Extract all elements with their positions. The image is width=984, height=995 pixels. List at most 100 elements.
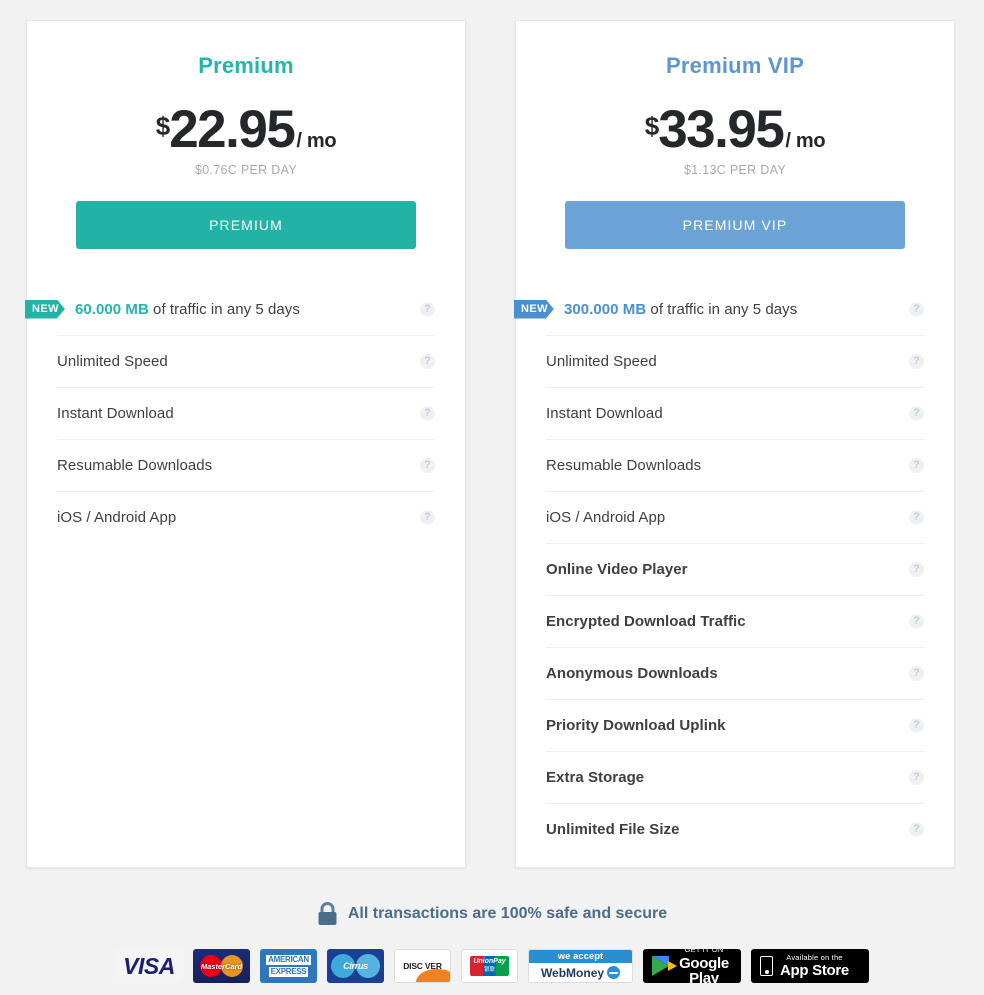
buy-premium-vip-button[interactable]: PREMIUM VIP [565, 201, 905, 249]
help-icon[interactable]: ? [909, 458, 924, 473]
new-badge: NEW [25, 300, 65, 319]
feature-label: Instant Download [57, 405, 174, 422]
buy-premium-button[interactable]: PREMIUM [76, 201, 416, 249]
help-icon[interactable]: ? [420, 301, 435, 317]
feature-label: Resumable Downloads [57, 457, 213, 474]
payment-badge-mastercard: MasterCard [193, 949, 250, 983]
payment-badge-webmoney: we accept WebMoney [528, 949, 633, 983]
payment-label: Cirrus [343, 961, 368, 971]
feature-list-premium-vip: NEW 300.000 MB of traffic in any 5 days … [516, 283, 954, 855]
payment-methods: VISA MasterCard AMERICAN EXPRESS Cirrus … [0, 949, 984, 983]
price-per-day: $0.76C PER DAY [195, 163, 297, 177]
feature-list-premium: NEW 60.000 MB of traffic in any 5 days ?… [27, 283, 465, 543]
feature-row: Unlimited Speed ? [546, 335, 924, 387]
price-amount: 22.95 [169, 100, 296, 159]
google-play-text: GET IT ON Google Play [676, 949, 732, 983]
help-icon[interactable]: ? [909, 718, 924, 733]
feature-label: Instant Download [546, 405, 663, 422]
help-icon[interactable]: ? [420, 354, 435, 369]
price-per-day: $1.13C PER DAY [684, 163, 786, 177]
traffic-suffix: of traffic in any 5 days [148, 300, 300, 318]
feature-label: iOS / Android App [546, 509, 666, 526]
feature-label: Encrypted Download Traffic [546, 613, 746, 630]
plan-card-premium: Premium $ 22.95 / mo $0.76C PER DAY PREM… [26, 20, 466, 868]
currency-symbol: $ [644, 111, 660, 141]
price-amount: 33.95 [658, 100, 785, 159]
app-store-text: Available on the App Store [780, 954, 849, 979]
payment-label: DISC VER [403, 961, 442, 971]
help-icon[interactable]: ? [420, 510, 435, 525]
help-icon[interactable]: ? [909, 406, 924, 421]
feature-row-traffic: NEW 300.000 MB of traffic in any 5 days … [546, 283, 924, 335]
footer: All transactions are 100% safe and secur… [0, 902, 984, 983]
unionpay-mark: UnionPay 银联 [470, 956, 509, 976]
new-badge: NEW [514, 300, 554, 319]
help-icon[interactable]: ? [909, 301, 924, 317]
feature-row: Anonymous Downloads ? [546, 647, 924, 699]
phone-icon [760, 956, 773, 976]
plan-header-premium: Premium $ 22.95 / mo $0.76C PER DAY PREM… [27, 21, 465, 249]
feature-row: Encrypted Download Traffic ? [546, 595, 924, 647]
store-kicker: GET IT ON [684, 949, 724, 955]
help-icon[interactable]: ? [909, 562, 924, 577]
help-icon[interactable]: ? [420, 458, 435, 473]
currency-symbol: $ [155, 111, 171, 141]
feature-label: Priority Download Uplink [546, 717, 726, 734]
feature-row: Extra Storage ? [546, 751, 924, 803]
feature-row: iOS / Android App ? [546, 491, 924, 543]
payment-label-line1: AMERICAN [266, 955, 311, 965]
price-period: / mo [296, 130, 337, 152]
payment-label: WebMoney [540, 965, 605, 980]
feature-label: iOS / Android App [57, 509, 177, 526]
help-icon[interactable]: ? [909, 770, 924, 785]
help-icon[interactable]: ? [909, 822, 924, 837]
feature-row: Resumable Downloads ? [57, 439, 435, 491]
payment-badge-app-store[interactable]: Available on the App Store [751, 949, 869, 983]
feature-label: Unlimited File Size [546, 821, 680, 838]
pricing-plans: Premium $ 22.95 / mo $0.76C PER DAY PREM… [0, 0, 984, 868]
feature-row: Resumable Downloads ? [546, 439, 924, 491]
feature-row: iOS / Android App ? [57, 491, 435, 543]
store-name: App Store [780, 962, 849, 980]
feature-row: Unlimited File Size ? [546, 803, 924, 855]
feature-row: Unlimited Speed ? [57, 335, 435, 387]
feature-label: Anonymous Downloads [546, 665, 718, 682]
payment-label-sub: 银联 [483, 967, 495, 973]
feature-row: Online Video Player ? [546, 543, 924, 595]
payment-badge-unionpay: UnionPay 银联 [461, 949, 518, 983]
feature-label: Unlimited Speed [57, 353, 168, 370]
payment-label: UnionPay [473, 958, 506, 965]
plan-title-premium: Premium [198, 53, 294, 78]
help-icon[interactable]: ? [909, 510, 924, 525]
feature-label: Extra Storage [546, 769, 645, 786]
feature-label: 300.000 MB of traffic in any 5 days [564, 301, 797, 318]
feature-label: Unlimited Speed [546, 353, 657, 370]
payment-badge-google-play[interactable]: GET IT ON Google Play [643, 949, 741, 983]
globe-icon [607, 966, 621, 979]
feature-label: Online Video Player [546, 561, 688, 578]
feature-row: Instant Download ? [57, 387, 435, 439]
webmoney-accept-label: we accept [529, 950, 632, 963]
discover-arc [416, 969, 450, 982]
store-name: Google Play [679, 954, 729, 983]
payment-badge-visa: VISA [115, 949, 183, 983]
feature-row-traffic: NEW 60.000 MB of traffic in any 5 days ? [57, 283, 435, 335]
help-icon[interactable]: ? [909, 354, 924, 369]
feature-label: 60.000 MB of traffic in any 5 days [75, 301, 300, 318]
traffic-amount: 60.000 MB [75, 300, 149, 318]
payment-label: MasterCard [200, 961, 243, 971]
help-icon[interactable]: ? [909, 666, 924, 681]
plan-title-premium-vip: Premium VIP [666, 53, 804, 78]
payment-badge-cirrus: Cirrus [327, 949, 384, 983]
traffic-suffix: of traffic in any 5 days [646, 300, 798, 318]
traffic-amount: 300.000 MB [564, 300, 647, 318]
plan-card-premium-vip: Premium VIP $ 33.95 / mo $1.13C PER DAY … [515, 20, 955, 868]
feature-label: Resumable Downloads [546, 457, 702, 474]
secure-notice: All transactions are 100% safe and secur… [317, 902, 667, 926]
payment-badge-discover: DISC VER [394, 949, 451, 983]
help-icon[interactable]: ? [909, 614, 924, 629]
help-icon[interactable]: ? [420, 406, 435, 421]
plan-header-premium-vip: Premium VIP $ 33.95 / mo $1.13C PER DAY … [516, 21, 954, 249]
google-play-icon [652, 956, 677, 976]
plan-price-premium-vip: $ 33.95 / mo [546, 103, 924, 156]
